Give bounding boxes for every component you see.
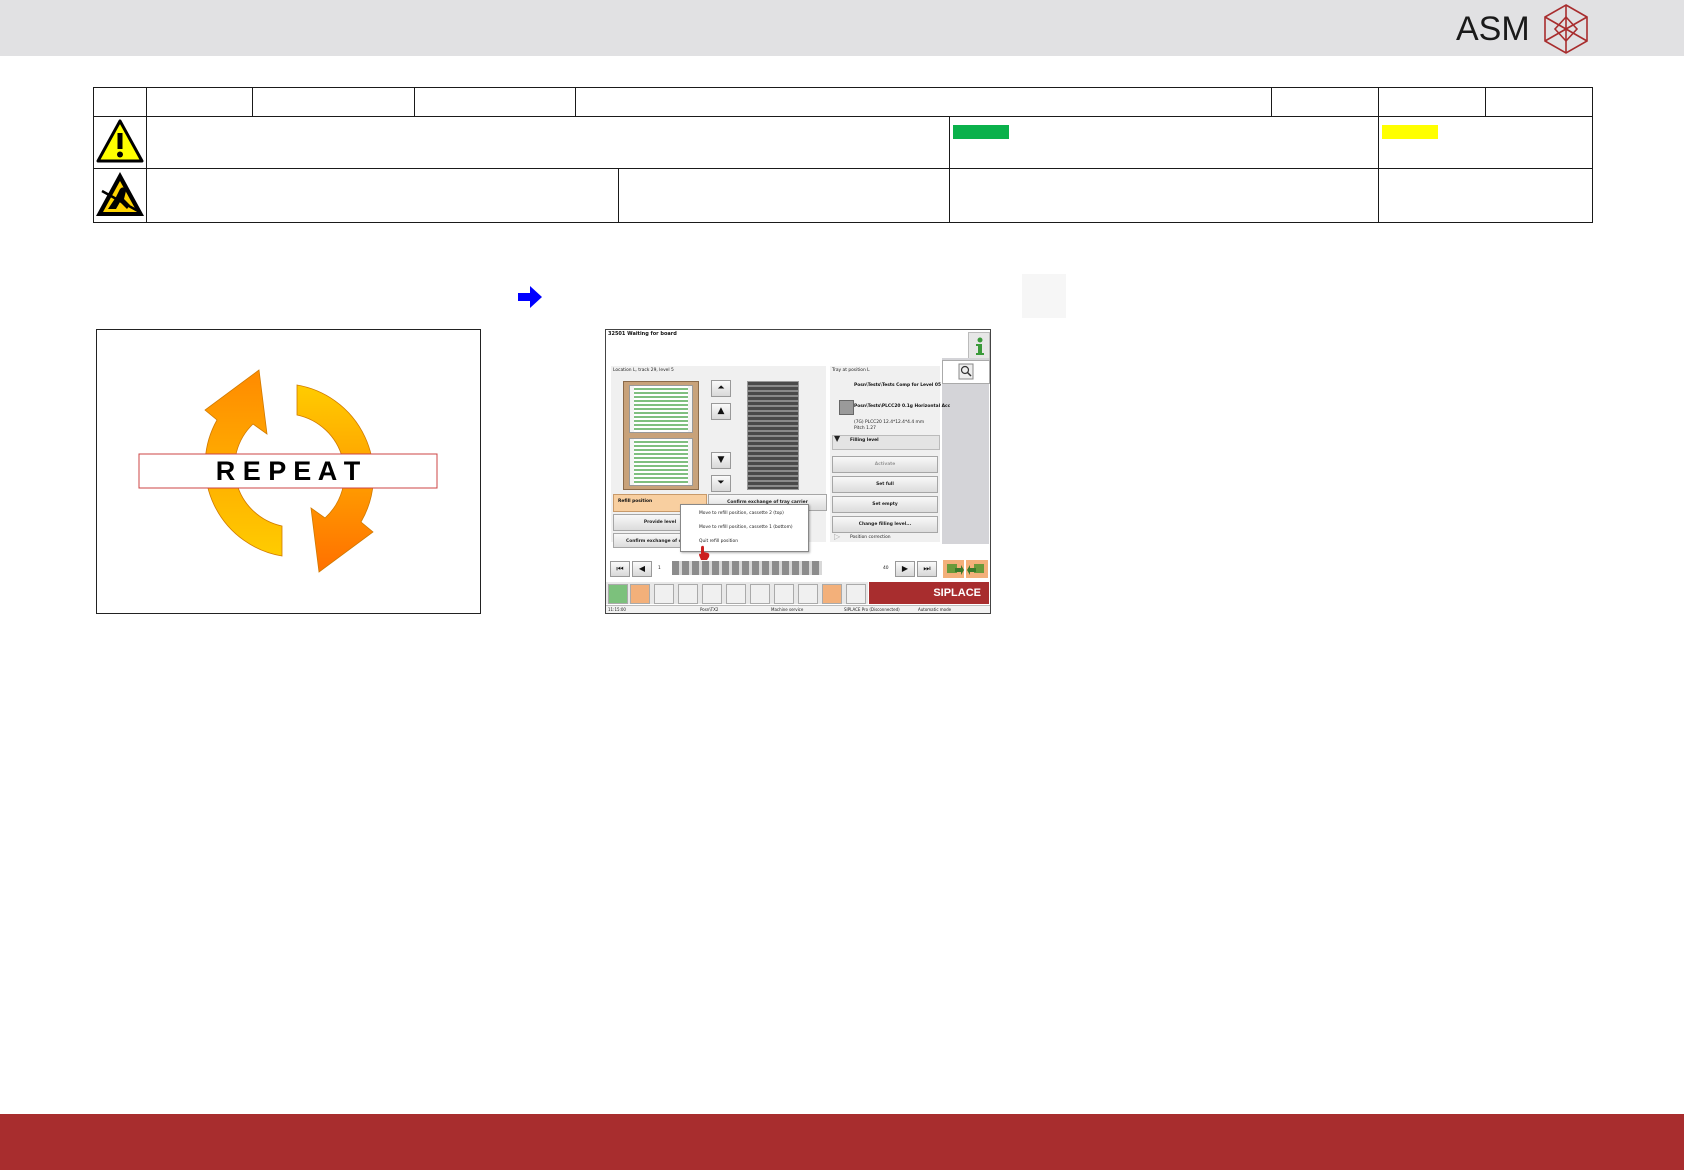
right-arrow-icon	[518, 286, 542, 308]
location-label: Location L, track 29, level 5	[613, 368, 674, 373]
tray-handling-icon[interactable]	[822, 584, 842, 604]
repeat-illustration: R E P E A T	[96, 329, 481, 614]
refill-position-label: Refill position	[618, 499, 653, 504]
header-cell	[93, 87, 147, 117]
component-chip-icon	[839, 400, 854, 415]
page-start-label: 1	[658, 566, 661, 571]
feeder-grid-icon[interactable]	[630, 584, 650, 604]
wrench-icon[interactable]	[846, 584, 866, 604]
help-info-icon	[976, 337, 984, 355]
component-name-2: Posn\Tests\PLCC20 0.1g Horizontal Acc	[854, 404, 951, 409]
touch-hand-icon	[699, 545, 710, 560]
prev-page-button[interactable]: ◀	[632, 561, 652, 577]
move-up-button[interactable]: ▲	[711, 403, 731, 420]
cassette-bottom-tray[interactable]	[629, 438, 693, 486]
warning-text-cell	[146, 116, 950, 169]
header-cell	[1378, 87, 1486, 117]
magnifier-icon	[958, 363, 974, 380]
setup-icon[interactable]	[678, 584, 698, 604]
move-top-button[interactable]: ⏶	[711, 380, 731, 397]
esd-text-cell	[146, 168, 619, 223]
asm-logo-text: ASM	[1456, 10, 1530, 48]
camera-icon[interactable]	[750, 584, 770, 604]
header-cell	[146, 87, 253, 117]
siplace-screen: 32501 Waiting for board Location L, trac…	[605, 329, 991, 614]
first-page-button[interactable]: ⏮	[610, 561, 630, 577]
statistics-icon[interactable]	[654, 584, 674, 604]
yellow-marker-cell	[1378, 116, 1593, 169]
overview-icon[interactable]	[608, 584, 628, 604]
repeat-word: R E P E A T	[216, 456, 361, 486]
warning-triangle-icon	[96, 119, 144, 163]
warning-icon-cell	[93, 116, 147, 169]
asm-logo-icon	[1544, 4, 1588, 54]
page-end-label: 40	[883, 566, 889, 571]
green-status-marker	[953, 125, 1009, 139]
header-cell	[1485, 87, 1593, 117]
tray-position-label: Tray at position L	[832, 368, 870, 373]
status-mode: Automatic mode	[918, 607, 952, 612]
move-bottom-button[interactable]: ⏷	[711, 475, 731, 492]
change-filling-level-button[interactable]: Change filling level...	[832, 516, 938, 533]
status-bar: 11:15:00 Posn\TX2 Machine service SIPLAC…	[606, 605, 990, 613]
magnifier-tab[interactable]	[942, 360, 990, 384]
menu-item-cassette-1[interactable]: Move to refill position, cassette 1 (bot…	[699, 525, 793, 530]
header-bar	[0, 0, 1684, 56]
import-green-icon[interactable]	[966, 560, 988, 578]
component-name-1: Posn\Tests\Tests Comp for Level 05	[854, 383, 942, 388]
cassette-view	[623, 381, 699, 490]
esd-icon-cell	[93, 168, 147, 223]
header-cell	[1271, 87, 1379, 117]
siplace-brand-label: SIPLACE	[869, 582, 989, 604]
menu-item-cassette-2[interactable]: Move to refill position, cassette 2 (top…	[699, 511, 784, 516]
filling-level-label: Filling level	[850, 438, 879, 443]
esd-cell-4	[1378, 168, 1593, 223]
repeat-cycle-icon: R E P E A T	[138, 369, 438, 573]
expand-arrow-icon: ▷	[834, 532, 841, 541]
filling-level-row[interactable]	[832, 435, 940, 450]
header-cell	[414, 87, 576, 117]
component-dimensions: (7G) PLCC20 12.4*12.4*4.4 mm	[854, 420, 925, 425]
move-down-button[interactable]: ▼	[711, 452, 731, 469]
last-page-button[interactable]: ⏭	[917, 561, 937, 577]
help-button[interactable]	[968, 332, 990, 360]
faint-placeholder	[1022, 274, 1066, 318]
chart-icon[interactable]	[726, 584, 746, 604]
menu-item-quit-refill[interactable]: Quit refill position	[699, 539, 738, 544]
activate-button[interactable]: Activate	[832, 456, 938, 473]
safety-header-table	[93, 87, 1593, 223]
bottom-toolbar	[606, 582, 868, 604]
collapse-arrow-icon: ▼	[834, 434, 841, 443]
status-time: 11:15:00	[608, 607, 626, 612]
settings-gear-icon[interactable]	[798, 584, 818, 604]
calibration-icon[interactable]	[774, 584, 794, 604]
track-segments	[672, 561, 822, 575]
next-page-button[interactable]: ▶	[895, 561, 915, 577]
footer-bar	[0, 1114, 1684, 1170]
door-icon[interactable]	[702, 584, 722, 604]
header-cell	[575, 87, 1272, 117]
status-station: Posn\TX2	[700, 607, 719, 612]
esd-cell-3	[949, 168, 1379, 223]
cassette-top-tray[interactable]	[629, 385, 693, 433]
yellow-status-marker	[1382, 125, 1438, 139]
status-connection: SIPLACE Pro (Disconnected)	[844, 607, 900, 612]
right-side-column	[942, 358, 989, 544]
esd-cell-2	[618, 168, 950, 223]
export-green-icon[interactable]	[943, 560, 964, 578]
green-marker-cell	[949, 116, 1379, 169]
set-empty-button[interactable]: Set empty	[832, 496, 938, 513]
track-progress-bar[interactable]	[672, 561, 822, 575]
component-pitch: Pitch 1.27	[854, 426, 876, 431]
set-full-button[interactable]: Set full	[832, 476, 938, 493]
status-machine-service: Machine service	[771, 607, 804, 612]
header-cell	[252, 87, 415, 117]
screen-title: 32501 Waiting for board	[608, 331, 677, 337]
esd-warning-icon	[96, 172, 144, 216]
position-correction-label: Position correction	[850, 535, 891, 540]
tray-stack-view	[747, 381, 799, 490]
